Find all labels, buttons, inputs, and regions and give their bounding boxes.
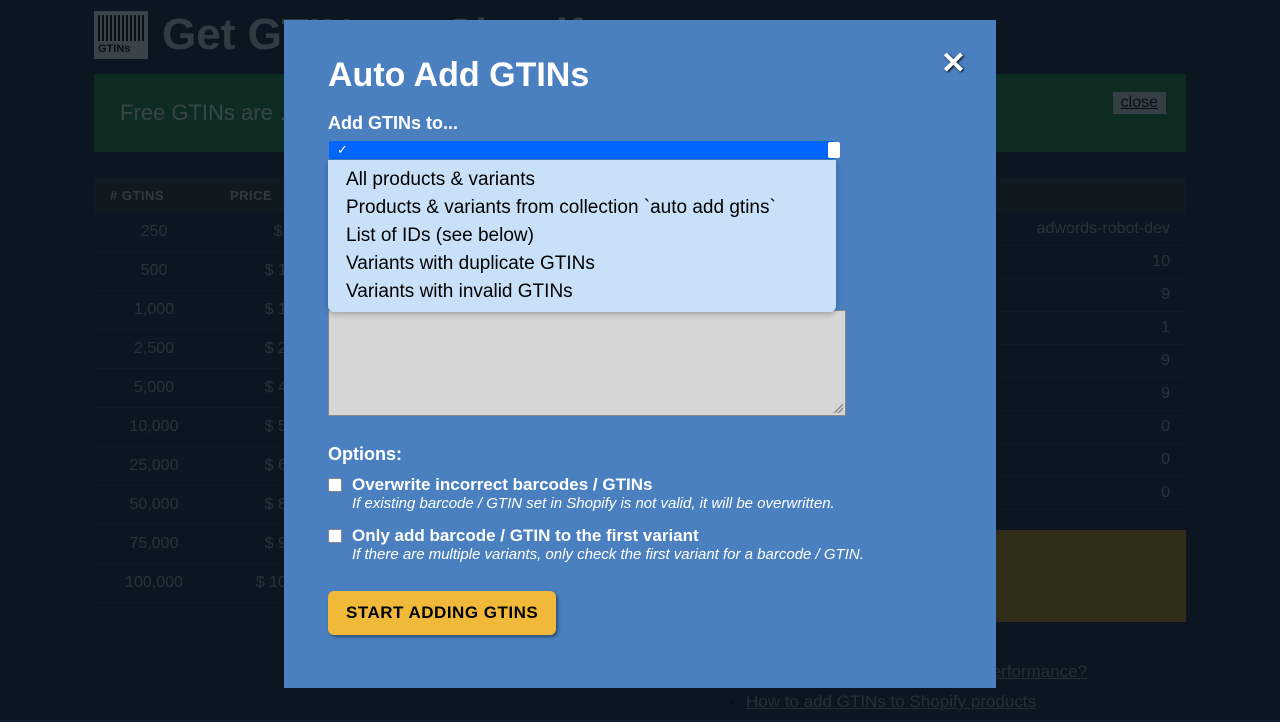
start-adding-gtins-button[interactable]: START ADDING GTINS	[328, 591, 556, 635]
first-variant-label: Only add barcode / GTIN to the first var…	[352, 526, 864, 546]
overwrite-label: Overwrite incorrect barcodes / GTINs	[352, 475, 835, 495]
dropdown-option[interactable]: Variants with invalid GTINs	[328, 278, 836, 306]
target-select-dropdown: All products & variantsProducts & varian…	[328, 160, 836, 312]
option-first-variant: Only add barcode / GTIN to the first var…	[328, 526, 952, 563]
add-gtins-to-label: Add GTINs to...	[328, 113, 952, 134]
option-overwrite: Overwrite incorrect barcodes / GTINs If …	[328, 475, 952, 512]
overwrite-desc: If existing barcode / GTIN set in Shopif…	[352, 495, 835, 512]
resize-handle-icon[interactable]	[833, 403, 843, 413]
modal-title: Auto Add GTINs	[328, 56, 952, 95]
check-icon: ✓	[337, 142, 348, 158]
close-icon[interactable]: ✕	[941, 46, 966, 81]
first-variant-desc: If there are multiple variants, only che…	[352, 546, 864, 563]
dropdown-option[interactable]: Products & variants from collection `aut…	[328, 194, 836, 222]
target-select[interactable]: ✓ All products & variantsProducts & vari…	[328, 140, 836, 160]
dropdown-option[interactable]: List of IDs (see below)	[328, 222, 836, 250]
options-heading: Options:	[328, 444, 952, 465]
auto-add-gtins-modal: ✕ Auto Add GTINs Add GTINs to... ✓ All p…	[284, 20, 996, 688]
dropdown-option[interactable]: All products & variants	[328, 166, 836, 194]
overwrite-checkbox[interactable]	[328, 478, 342, 492]
target-select-display[interactable]: ✓	[328, 140, 836, 160]
ids-textarea[interactable]	[328, 310, 846, 416]
first-variant-checkbox[interactable]	[328, 529, 342, 543]
dropdown-option[interactable]: Variants with duplicate GTINs	[328, 250, 836, 278]
